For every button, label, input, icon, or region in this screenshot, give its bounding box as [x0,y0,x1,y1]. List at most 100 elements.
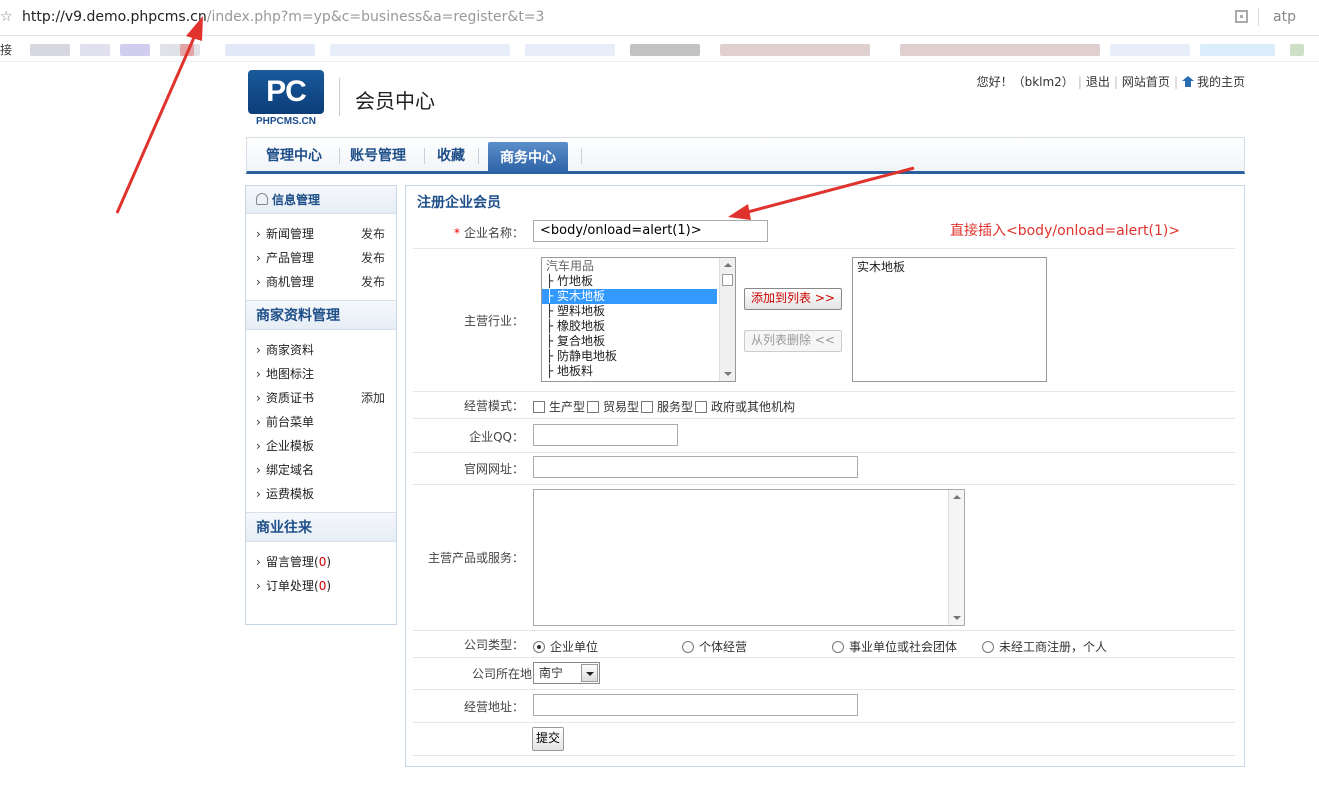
blurred-bookmark[interactable] [30,44,70,56]
radio-label[interactable]: 事业单位或社会团体 [849,640,957,654]
my-home-link[interactable]: 我的主页 [1197,75,1245,89]
browser-url-bar[interactable]: ☆ http://v9.demo.phpcms.cn/index.php?m=y… [0,0,1319,36]
radio-selected[interactable] [533,641,545,653]
bookmark-star-icon[interactable]: ☆ [0,9,13,25]
company-name-input[interactable]: <body/onload=alert(1)> [533,220,768,242]
textarea-scrollbar[interactable] [948,490,964,625]
remove-from-list-button[interactable]: 从列表删除 << [744,330,842,352]
chevron-down-icon[interactable] [581,664,598,682]
sidebar-item-label[interactable]: 订单处理 [266,579,314,593]
qr-code-icon[interactable] [1235,10,1248,23]
tab-favorites[interactable]: 收藏 [437,145,465,165]
sidebar-item-label[interactable]: 运费模板 [266,487,314,501]
blurred-bookmark[interactable] [225,44,315,56]
sidebar-item-certificates[interactable]: 资质证书 添加 [246,386,396,410]
industry-option-selected[interactable]: ├ 实木地板 [542,289,717,304]
sidebar-item-domain[interactable]: 绑定域名 [246,458,396,482]
checkbox[interactable] [641,401,654,413]
blurred-bookmark[interactable] [120,44,150,56]
blurred-bookmark[interactable] [80,44,110,56]
blurred-bookmark[interactable] [1110,44,1190,56]
industry-option[interactable]: ├ 防静电地板 [542,349,735,364]
logout-link[interactable]: 退出 [1086,75,1110,89]
checkbox[interactable] [695,401,708,413]
company-type-option-enterprise[interactable]: 企业单位 [533,638,598,655]
sidebar-item-opportunities[interactable]: 商机管理 发布 [246,270,396,294]
mode-option-label[interactable]: 贸易型 [603,400,639,414]
blurred-bookmark[interactable] [1290,44,1304,56]
sidebar-item-messages[interactable]: 留言管理(0) [246,550,396,574]
radio[interactable] [832,641,844,653]
scroll-up-icon[interactable] [724,263,732,267]
sidebar-item-map-marker[interactable]: 地图标注 [246,362,396,386]
sidebar-item-label[interactable]: 商机管理 [266,275,314,289]
radio-label[interactable]: 未经工商注册，个人 [999,640,1107,654]
sidebar-item-label[interactable]: 新闻管理 [266,227,314,241]
sidebar-item-merchant-info[interactable]: 商家资料 [246,338,396,362]
mode-option-label[interactable]: 生产型 [549,400,585,414]
submit-button[interactable]: 提交 [532,727,564,751]
industry-option[interactable]: ├ 竹地板 [542,274,735,289]
blurred-bookmark[interactable] [900,44,1100,56]
sidebar-item-products[interactable]: 产品管理 发布 [246,246,396,270]
sidebar-item-label[interactable]: 资质证书 [266,391,314,405]
sidebar-item-label[interactable]: 留言管理 [266,555,314,569]
scroll-down-icon[interactable] [724,372,732,376]
location-select[interactable]: 南宁 [533,662,600,684]
checkbox[interactable] [587,401,600,413]
industry-listbox[interactable]: 汽车用品 ├ 竹地板 ├ 实木地板 ├ 塑料地板 ├ 橡胶地板 ├ 复合地板 ├… [541,257,736,382]
checkbox[interactable] [533,401,545,413]
sidebar-item-label[interactable]: 绑定域名 [266,463,314,477]
radio-label[interactable]: 个体经营 [699,640,747,654]
mode-option-label[interactable]: 政府或其他机构 [711,400,795,414]
industry-group-option[interactable]: 汽车用品 [542,259,735,274]
company-type-option-individual[interactable]: 个体经营 [682,638,747,655]
blurred-bookmark[interactable] [720,44,870,56]
scroll-up-icon[interactable] [953,495,961,499]
listbox-scrollbar[interactable] [719,258,735,381]
tab-business-center[interactable]: 商务中心 [488,142,568,172]
mode-option-label[interactable]: 服务型 [657,400,693,414]
sidebar-item-label[interactable]: 产品管理 [266,251,314,265]
publish-link[interactable]: 发布 [361,222,385,246]
tab-management-center[interactable]: 管理中心 [266,145,322,165]
selected-industry-listbox[interactable]: 实木地板 [852,257,1047,382]
profile-label[interactable]: atp [1273,9,1296,25]
selected-industry-option[interactable]: 实木地板 [853,258,1046,275]
scroll-thumb[interactable] [722,274,733,286]
sidebar-item-label[interactable]: 企业模板 [266,439,314,453]
radio[interactable] [982,641,994,653]
bookmarks-label[interactable]: 接 [0,41,12,58]
scroll-down-icon[interactable] [953,616,961,620]
blurred-bookmark[interactable] [1200,44,1275,56]
publish-link[interactable]: 发布 [361,246,385,270]
radio[interactable] [682,641,694,653]
add-to-list-button[interactable]: 添加到列表 >> [744,288,842,310]
add-link[interactable]: 添加 [361,386,385,410]
sidebar-item-label[interactable]: 商家资料 [266,343,314,357]
blurred-bookmark[interactable] [630,44,700,56]
publish-link[interactable]: 发布 [361,270,385,294]
blurred-bookmark[interactable] [525,44,615,56]
sidebar-item-shipping[interactable]: 运费模板 [246,482,396,506]
industry-option[interactable]: ├ 复合地板 [542,334,735,349]
industry-option[interactable]: ├ 橡胶地板 [542,319,735,334]
site-home-link[interactable]: 网站首页 [1122,75,1170,89]
company-type-option-institution[interactable]: 事业单位或社会团体 [832,638,957,655]
address-input[interactable] [533,694,858,716]
qq-input[interactable] [533,424,678,446]
industry-option[interactable]: ├ 塑料地板 [542,304,735,319]
tab-account[interactable]: 账号管理 [350,145,406,165]
sidebar-item-front-menu[interactable]: 前台菜单 [246,410,396,434]
sidebar-item-label[interactable]: 前台菜单 [266,415,314,429]
sidebar-item-templates[interactable]: 企业模板 [246,434,396,458]
blurred-bookmark[interactable] [180,44,194,56]
products-textarea[interactable] [533,489,965,626]
site-logo[interactable]: PC PHPCMS.CN [248,70,324,128]
url-text[interactable]: http://v9.demo.phpcms.cn/index.php?m=yp&… [22,9,544,25]
sidebar-item-orders[interactable]: 订单处理(0) [246,574,396,598]
radio-label[interactable]: 企业单位 [550,640,598,654]
company-type-option-unregistered[interactable]: 未经工商注册，个人 [982,638,1107,655]
blurred-bookmark[interactable] [330,44,510,56]
sidebar-item-news[interactable]: 新闻管理 发布 [246,222,396,246]
